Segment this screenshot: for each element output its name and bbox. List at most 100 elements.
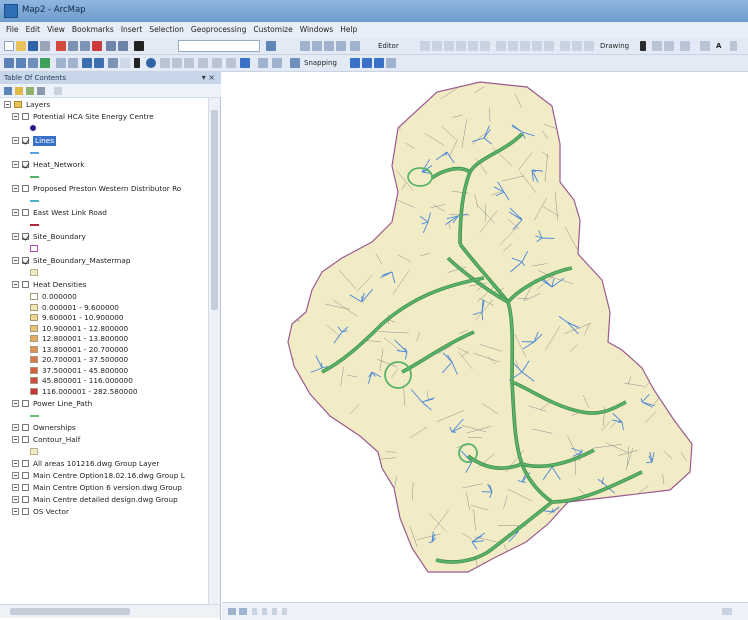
layer-visibility-checkbox[interactable] (22, 137, 29, 144)
expand-toggle-icon[interactable] (12, 233, 19, 240)
map-display[interactable] (222, 72, 748, 602)
layer-row[interactable]: Ownerships (0, 423, 208, 434)
menu-help[interactable]: Help (340, 25, 357, 34)
scroll-thumb[interactable] (211, 110, 218, 310)
cut-icon[interactable] (56, 41, 66, 51)
layer-visibility-checkbox[interactable] (22, 460, 29, 467)
point-icon[interactable] (480, 41, 490, 51)
vertex-snapping-icon[interactable] (374, 58, 384, 68)
straight-segment-icon[interactable] (444, 41, 454, 51)
go-to-xy-icon[interactable] (184, 58, 194, 68)
back-extent-icon[interactable] (82, 58, 92, 68)
swipe-icon[interactable] (272, 58, 282, 68)
expand-toggle-icon[interactable] (12, 460, 19, 467)
expand-toggle-icon[interactable] (12, 137, 19, 144)
menu-selection[interactable]: Selection (149, 25, 184, 34)
reshape-icon[interactable] (508, 41, 518, 51)
search-window-icon[interactable] (324, 41, 334, 51)
expand-toggle-icon[interactable] (12, 209, 19, 216)
layer-row[interactable]: All areas 101216.dwg Group Layer (0, 459, 208, 470)
edge-snapping-icon[interactable] (386, 58, 396, 68)
font-icon[interactable] (700, 41, 710, 51)
layer-visibility-checkbox[interactable] (22, 209, 29, 216)
save-icon[interactable] (28, 41, 38, 51)
cut-polygons-icon[interactable] (520, 41, 530, 51)
expand-toggle-icon[interactable] (12, 185, 19, 192)
layer-row[interactable]: Main Centre Option18.02.16.dwg Group L (0, 471, 208, 482)
menu-view[interactable]: View (47, 25, 65, 34)
open-folder-icon[interactable] (16, 41, 26, 51)
scroll-right-icon[interactable] (282, 608, 287, 615)
rotate-icon[interactable] (544, 41, 554, 51)
zoom-in-icon[interactable] (4, 58, 14, 68)
attributes-icon[interactable] (560, 41, 570, 51)
select-elements-icon[interactable] (640, 41, 646, 51)
expand-toggle-icon[interactable] (12, 424, 19, 431)
menu-edit[interactable]: Edit (26, 25, 41, 34)
add-data-icon[interactable] (134, 41, 144, 51)
sketch-properties-icon[interactable] (572, 41, 582, 51)
layer-visibility-checkbox[interactable] (22, 496, 29, 503)
snapping-grip-icon[interactable] (290, 58, 300, 68)
expand-toggle-icon[interactable] (4, 101, 11, 108)
expand-toggle-icon[interactable] (12, 484, 19, 491)
toc-window-icon[interactable] (300, 41, 310, 51)
list-by-source-icon[interactable] (15, 87, 23, 95)
toc-horizontal-scrollbar[interactable] (0, 604, 220, 618)
expand-toggle-icon[interactable] (12, 281, 19, 288)
split-icon[interactable] (532, 41, 542, 51)
expand-toggle-icon[interactable] (12, 113, 19, 120)
create-features-icon[interactable] (584, 41, 594, 51)
layer-row[interactable]: East West Link Road (0, 208, 208, 219)
redo-icon[interactable] (118, 41, 128, 51)
delete-icon[interactable] (92, 41, 102, 51)
layer-visibility-checkbox[interactable] (22, 281, 29, 288)
full-extent-icon[interactable] (40, 58, 50, 68)
zoom-out-icon[interactable] (16, 58, 26, 68)
data-view-icon[interactable] (228, 608, 236, 615)
rectangle-tool-icon[interactable] (664, 41, 674, 51)
layer-visibility-checkbox[interactable] (22, 400, 29, 407)
new-document-icon[interactable] (4, 41, 14, 51)
arctoolbox-icon[interactable] (336, 41, 346, 51)
expand-toggle-icon[interactable] (12, 436, 19, 443)
measure-icon[interactable] (198, 58, 208, 68)
pan-icon[interactable] (28, 58, 38, 68)
snapping-menu-button[interactable]: Snapping (304, 59, 337, 67)
create-viewer-icon[interactable] (258, 58, 268, 68)
paste-icon[interactable] (80, 41, 90, 51)
menu-windows[interactable]: Windows (300, 25, 333, 34)
list-by-drawing-order-icon[interactable] (4, 87, 12, 95)
layer-row[interactable]: OS Vector (0, 507, 208, 518)
edit-tool-icon[interactable] (420, 41, 430, 51)
layer-row[interactable]: Lines (0, 136, 208, 147)
toc-vertical-scrollbar[interactable] (208, 98, 220, 604)
layer-row[interactable]: Proposed Preston Western Distributor Ro (0, 184, 208, 195)
undo-icon[interactable] (106, 41, 116, 51)
find-route-icon[interactable] (172, 58, 182, 68)
end-snapping-icon[interactable] (362, 58, 372, 68)
end-point-arc-icon[interactable] (456, 41, 466, 51)
layers-root[interactable]: Layers (0, 100, 208, 111)
layout-view-icon[interactable] (239, 608, 247, 615)
hyperlink-icon[interactable] (212, 58, 222, 68)
layer-row[interactable]: Power Line_Path (0, 399, 208, 410)
layer-visibility-checkbox[interactable] (22, 233, 29, 240)
more-tools-icon[interactable] (730, 41, 737, 51)
layer-row[interactable]: Contour_Half (0, 435, 208, 446)
rotate-element-icon[interactable] (652, 41, 662, 51)
python-window-icon[interactable] (350, 41, 360, 51)
identify-icon[interactable] (146, 58, 156, 68)
copy-icon[interactable] (68, 41, 78, 51)
refresh-view-icon[interactable] (252, 608, 257, 615)
expand-toggle-icon[interactable] (12, 257, 19, 264)
catalog-window-icon[interactable] (312, 41, 322, 51)
hscroll-thumb[interactable] (10, 608, 130, 615)
menu-bookmarks[interactable]: Bookmarks (72, 25, 114, 34)
pin-close-icon[interactable]: ▾ × (202, 73, 215, 82)
list-by-selection-icon[interactable] (37, 87, 45, 95)
layer-visibility-checkbox[interactable] (22, 424, 29, 431)
layer-visibility-checkbox[interactable] (22, 472, 29, 479)
expand-toggle-icon[interactable] (12, 161, 19, 168)
layer-row[interactable]: Main Centre Option 6 version.dwg Group (0, 483, 208, 494)
